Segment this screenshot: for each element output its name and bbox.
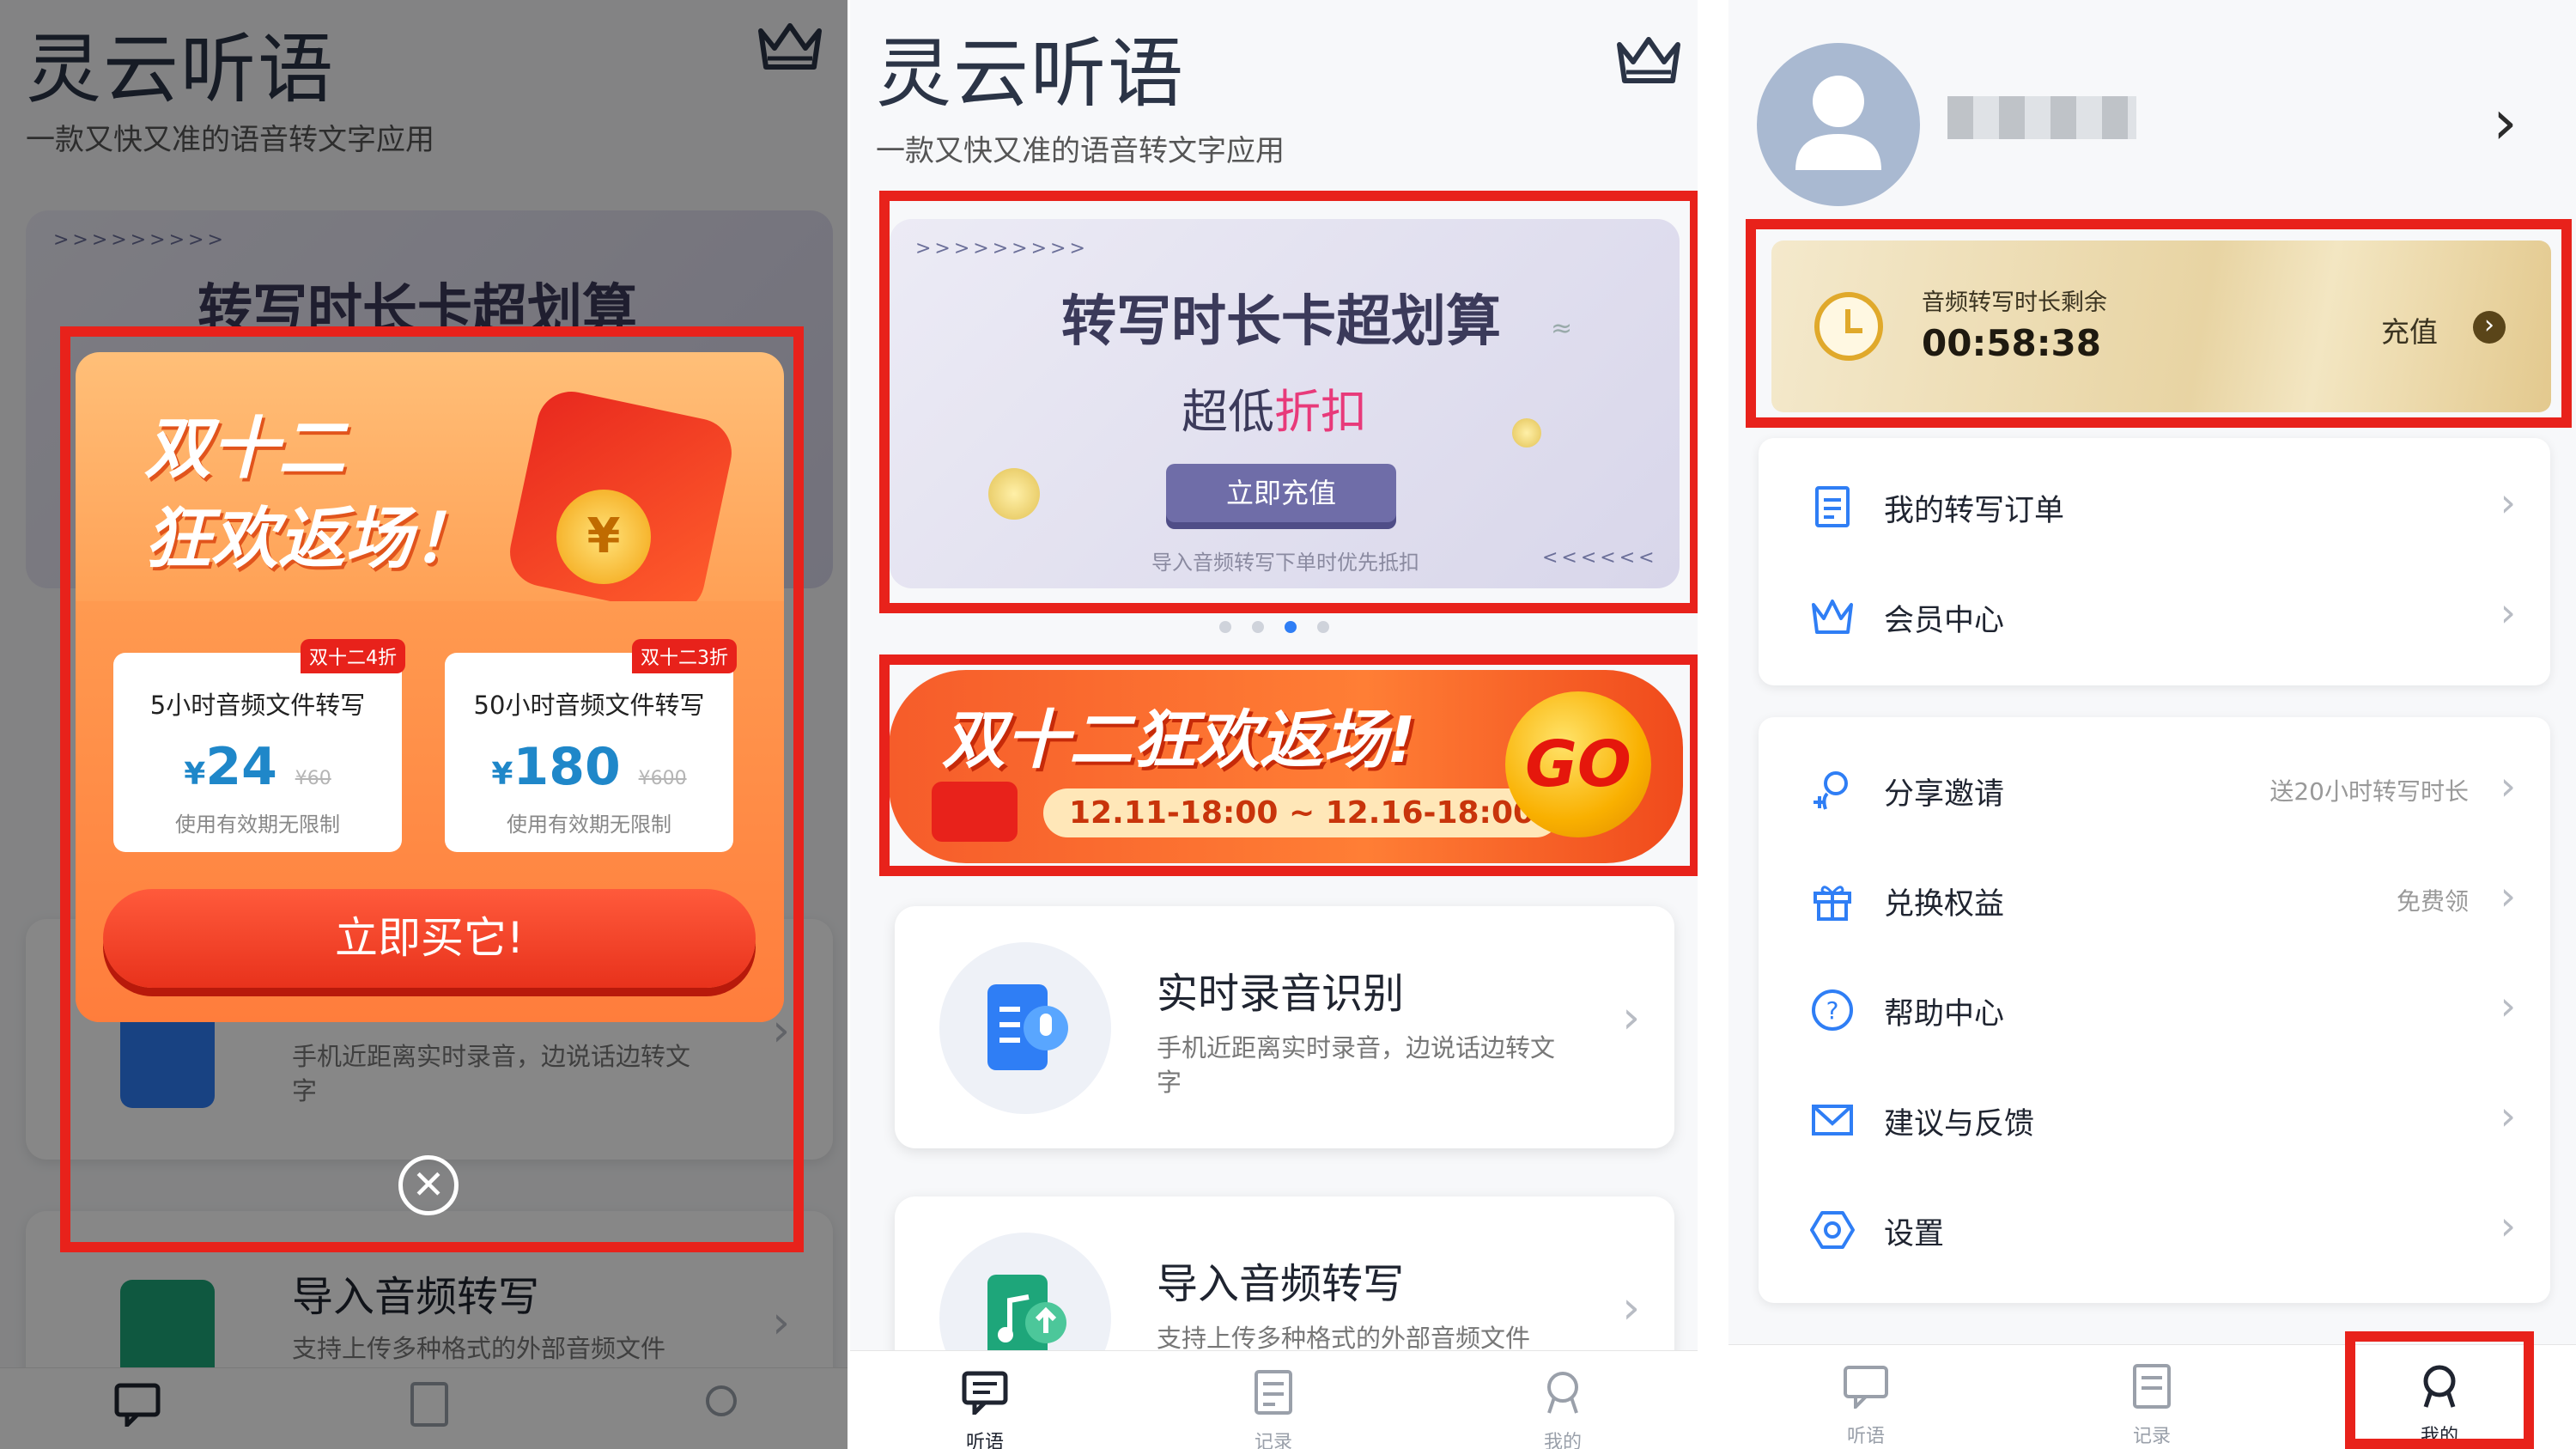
menu-item-redeem[interactable]: 兑换权益 免费领 › <box>1810 866 2516 935</box>
carousel-dot[interactable] <box>1219 621 1231 633</box>
chevron-right-icon: › <box>1622 992 1640 1044</box>
crown-icon <box>1812 600 1853 634</box>
app-title: 灵云听语 <box>876 29 1186 118</box>
menu-hint: 免费领 <box>2396 887 2469 916</box>
tab-record[interactable]: 记录 <box>2100 1364 2203 1448</box>
crown-icon[interactable] <box>1614 33 1683 88</box>
menu-label: 兑换权益 <box>1884 887 2005 922</box>
tab-label: 听语 <box>1846 1426 1885 1447</box>
feature-title: 导入音频转写 <box>1157 1260 1405 1308</box>
tab-listen[interactable]: 听语 <box>933 1370 1036 1449</box>
highlight-box-balance <box>1746 219 2572 428</box>
user-icon <box>1795 76 1881 170</box>
menu-item-help[interactable]: ? 帮助中心 › <box>1810 976 2516 1044</box>
tab-record[interactable]: 记录 <box>1222 1370 1325 1449</box>
chevron-right-icon: › <box>2500 983 2516 1029</box>
home-screen: 灵云听语 一款又快又准的语音转文字应用 >>>>>>>>> 转写时长卡超划算 ≈… <box>850 0 1698 1449</box>
carousel-dot-active[interactable] <box>1285 621 1297 633</box>
carousel-dot[interactable] <box>1252 621 1264 633</box>
highlight-box-promo <box>879 654 1698 876</box>
feature-desc: 手机近距离实时录音，边说话边转文字 <box>1157 1033 1556 1097</box>
chevron-right-icon: › <box>2500 589 2516 636</box>
app-subtitle: 一款又快又准的语音转文字应用 <box>876 134 1285 168</box>
tab-label: 听语 <box>965 1432 1004 1449</box>
mail-icon <box>1812 1105 1853 1135</box>
menu-label: 帮助中心 <box>1884 997 2005 1032</box>
chevron-right-icon: › <box>2500 873 2516 919</box>
home-screen-with-popup: 灵云听语 一款又快又准的语音转文字应用 >>>>>>>>> 转写时长卡超划算 手… <box>0 0 848 1449</box>
feature-title: 实时录音识别 <box>1157 970 1405 1018</box>
tab-mine[interactable]: 我的 <box>1511 1370 1614 1449</box>
menu-item-vip[interactable]: 会员中心 › <box>1810 582 2516 651</box>
chevron-right-icon: › <box>2500 763 2516 809</box>
tab-label: 我的 <box>1543 1432 1582 1449</box>
microphone-doc-icon <box>987 984 1068 1070</box>
menu-group-settings: 分享邀请 送20小时转写时长 › 兑换权益 免费领 › ? 帮助中心 › 建议与… <box>1759 717 2550 1303</box>
profile-screen: › 音频转写时长剩余 00:58:38 充值 › 我的转写订单 › 会员中心 ›… <box>1728 0 2576 1449</box>
feature-icon-bg <box>939 942 1111 1114</box>
help-icon: ? <box>1812 989 1853 1031</box>
chevron-right-icon[interactable]: › <box>2493 86 2518 158</box>
chevron-right-icon: › <box>2500 1093 2516 1139</box>
record-icon <box>1255 1370 1292 1415</box>
highlight-box-banner <box>879 191 1698 613</box>
menu-item-feedback[interactable]: 建议与反馈 › <box>1810 1086 2516 1154</box>
carousel-dot[interactable] <box>1317 621 1329 633</box>
record-icon <box>2133 1364 2171 1409</box>
menu-hint: 送20小时转写时长 <box>2269 777 2469 806</box>
chevron-right-icon: › <box>2500 1202 2516 1249</box>
svg-text:?: ? <box>1826 996 1839 1025</box>
menu-item-settings[interactable]: 设置 › <box>1810 1196 2516 1264</box>
highlight-box-popup <box>60 326 804 1252</box>
profile-icon <box>1547 1372 1578 1414</box>
menu-item-orders[interactable]: 我的转写订单 › <box>1810 472 2516 541</box>
feature-card-realtime[interactable]: 实时录音识别 手机近距离实时录音，边说话边转文字 › <box>895 906 1674 1148</box>
tab-label: 记录 <box>1254 1432 1292 1449</box>
menu-group-orders: 我的转写订单 › 会员中心 › <box>1759 438 2550 685</box>
highlight-box-mine-tab <box>2345 1331 2534 1449</box>
menu-label: 分享邀请 <box>1884 777 2005 812</box>
chat-icon <box>962 1371 1008 1419</box>
settings-icon <box>1810 1211 1855 1249</box>
menu-label: 设置 <box>1884 1217 1945 1251</box>
carousel-indicator <box>1209 620 1340 636</box>
menu-label: 我的转写订单 <box>1884 494 2065 528</box>
username-blurred <box>1947 96 2136 139</box>
gift-icon <box>1814 886 1851 921</box>
tab-bar: 听语 记录 我的 <box>850 1350 1698 1449</box>
order-icon <box>1815 486 1850 527</box>
chat-icon <box>1844 1366 1888 1411</box>
tab-label: 记录 <box>2132 1426 2171 1447</box>
menu-item-share[interactable]: 分享邀请 送20小时转写时长 › <box>1810 756 2516 825</box>
chevron-right-icon: › <box>1622 1282 1640 1334</box>
chevron-right-icon: › <box>2500 479 2516 526</box>
menu-label: 建议与反馈 <box>1884 1107 2035 1142</box>
share-user-icon <box>1814 771 1848 810</box>
tab-listen[interactable]: 听语 <box>1814 1364 1917 1448</box>
menu-label: 会员中心 <box>1884 604 2005 638</box>
avatar[interactable] <box>1757 43 1920 206</box>
